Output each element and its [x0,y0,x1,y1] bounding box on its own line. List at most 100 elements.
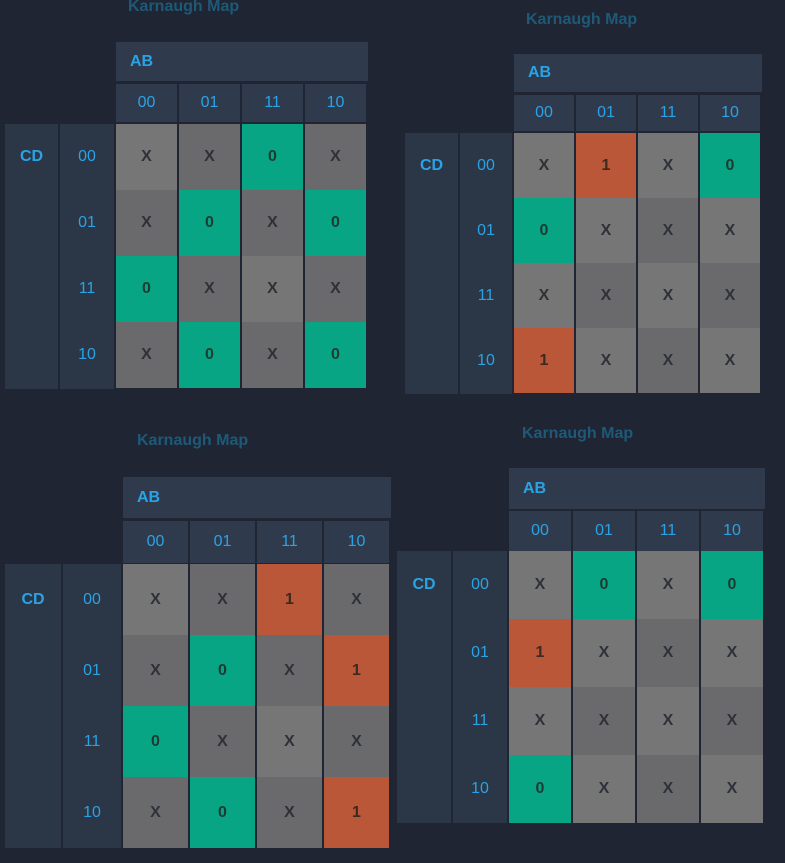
kmap-cell[interactable]: X [700,328,760,393]
kmap-cell[interactable]: X [638,328,698,393]
kmap-title: Karnaugh Map [137,432,249,449]
kmap-cell[interactable]: X [509,551,571,619]
kmap-cell[interactable]: 0 [123,706,188,777]
kmap-cell[interactable]: X [638,198,698,263]
kmap-cell[interactable]: X [242,322,303,388]
kmap-cell[interactable]: 0 [190,635,255,706]
column-header: 00 [123,521,188,563]
kmap-cell[interactable]: 0 [701,551,763,619]
kmap-cell[interactable]: X [637,687,699,755]
row-header: 11 [83,732,101,750]
column-header: 00 [514,95,574,131]
row-header: 00 [83,590,101,608]
kmap-cell[interactable]: 1 [576,133,636,198]
column-header: 01 [576,95,636,131]
row-header: 10 [78,346,96,363]
row-header: 10 [471,780,489,797]
kmap-cell[interactable]: X [190,706,255,777]
row-header: 10 [83,803,101,821]
cd-label: CD [397,551,451,823]
kmap-cell[interactable]: 0 [242,124,303,190]
row-header: 00 [477,156,495,174]
kmap-cell[interactable]: X [700,198,760,263]
kmap-cell[interactable]: 0 [514,198,574,263]
kmap-cell[interactable]: X [514,133,574,198]
kmap-cell[interactable]: X [324,706,389,777]
column-header: 10 [701,511,763,551]
kmap-cell[interactable]: X [573,687,635,755]
kmap-title: Karnaugh Map [526,11,638,28]
column-header: 10 [324,521,389,563]
kmap-cell[interactable]: X [116,322,177,388]
row-header: 01 [477,221,495,239]
kmap-cell[interactable]: 0 [573,551,635,619]
kmap-cell[interactable]: X [701,755,763,823]
row-header: 11 [477,286,495,304]
kmap-cell[interactable]: 0 [700,133,760,198]
kmap-cell[interactable]: X [638,263,698,328]
kmap-cell[interactable]: 1 [509,619,571,687]
kmap-cell[interactable]: X [116,124,177,190]
kmap-cell[interactable]: X [257,777,322,848]
kmap-cell[interactable]: X [637,619,699,687]
kmap-title: Karnaugh Map [128,0,240,15]
kmap-cell[interactable]: X [305,256,366,322]
row-header: 10 [477,351,495,369]
kmap-cell[interactable]: X [576,328,636,393]
kmap-cell[interactable]: X [514,263,574,328]
kmap-cell[interactable]: X [637,755,699,823]
row-header: 01 [83,661,101,679]
kmap-cell[interactable]: X [638,133,698,198]
kmap-cell[interactable]: X [573,755,635,823]
kmap-cell[interactable]: 1 [324,777,389,848]
column-header: 11 [242,84,303,122]
kmap-cell[interactable]: X [123,564,188,635]
kmap-cell[interactable]: X [701,619,763,687]
row-header: 11 [78,280,96,297]
column-header: 01 [573,511,635,551]
kmap-cell[interactable]: X [242,256,303,322]
kmap-cell[interactable]: 0 [305,190,366,256]
kmap-cell[interactable]: X [179,256,240,322]
kmap-cell[interactable]: X [242,190,303,256]
kmap-cell[interactable]: X [257,635,322,706]
kmap-cell[interactable]: X [123,777,188,848]
kmap-cell[interactable]: X [305,124,366,190]
kmap-cell[interactable]: 0 [179,322,240,388]
kmap-cell[interactable]: X [700,263,760,328]
kmap-cell[interactable]: X [576,263,636,328]
kmap-cell[interactable]: X [116,190,177,256]
kmap-title: Karnaugh Map [522,425,634,442]
kmap-cell[interactable]: X [573,619,635,687]
ab-header: AB [509,468,765,509]
kmap-cell[interactable]: X [324,564,389,635]
kmap-cell[interactable]: X [576,198,636,263]
ab-header: AB [123,477,391,518]
column-header: 00 [509,511,571,551]
kmap-cell[interactable]: X [190,564,255,635]
kmap-cell[interactable]: X [701,687,763,755]
kmap-cell[interactable]: X [257,706,322,777]
column-header: 10 [305,84,366,122]
row-header: 00 [78,148,96,165]
column-header: 11 [637,511,699,551]
kmap-cell[interactable]: 0 [116,256,177,322]
kmap-cell[interactable]: X [509,687,571,755]
row-header: 00 [471,576,489,593]
kmap-cell[interactable]: 1 [257,564,322,635]
kmap-cell[interactable]: X [123,635,188,706]
row-header: 01 [78,214,96,231]
column-header: 01 [190,521,255,563]
kmap-cell[interactable]: 0 [305,322,366,388]
cd-label: CD [5,124,58,389]
kmap-cell[interactable]: 1 [324,635,389,706]
column-header: 00 [116,84,177,122]
kmap-cell[interactable]: X [637,551,699,619]
kmap-cell[interactable]: 0 [509,755,571,823]
kmap-cell[interactable]: X [179,124,240,190]
row-header: 11 [471,712,489,729]
kmap-cell[interactable]: 0 [190,777,255,848]
kmap-cell[interactable]: 0 [179,190,240,256]
ab-header: AB [514,54,762,92]
kmap-cell[interactable]: 1 [514,328,574,393]
